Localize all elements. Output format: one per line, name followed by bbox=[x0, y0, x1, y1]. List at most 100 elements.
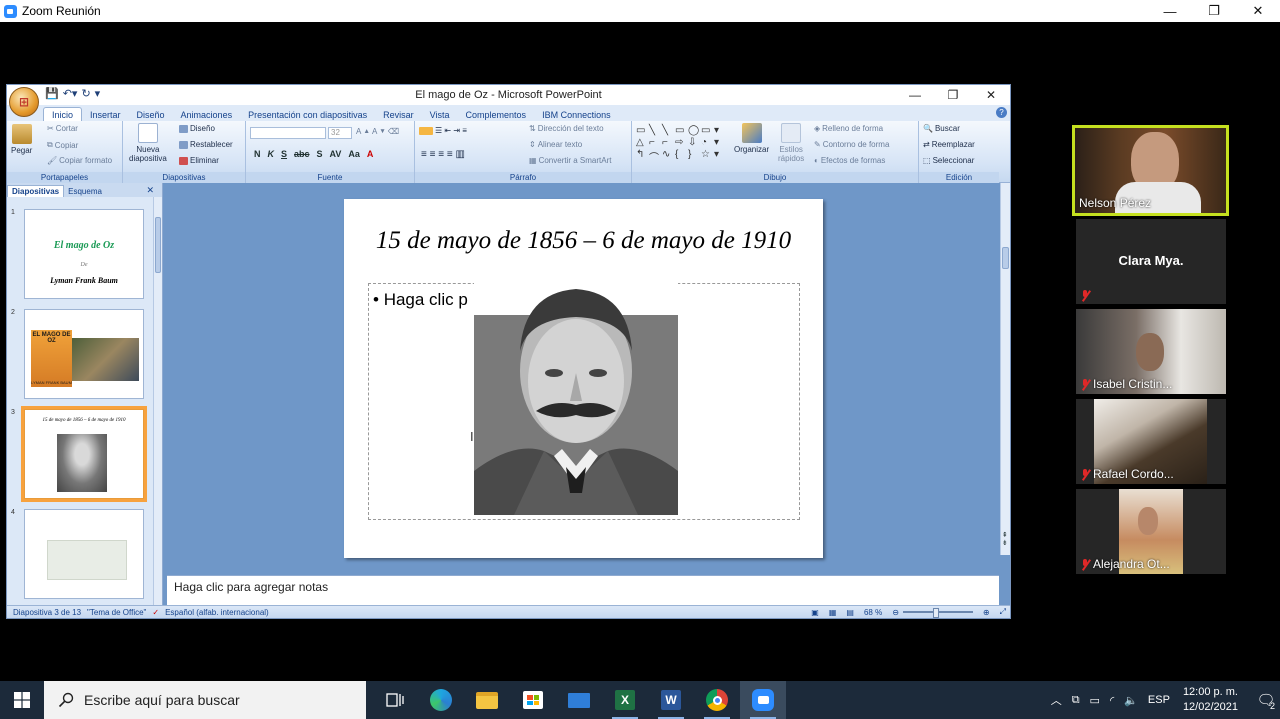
tab-vista[interactable]: Vista bbox=[422, 108, 458, 121]
tab-revisar[interactable]: Revisar bbox=[375, 108, 422, 121]
alinear-texto-button[interactable]: ⇕ Alinear texto bbox=[529, 140, 582, 149]
shadow-button[interactable]: S bbox=[317, 149, 323, 159]
save-icon[interactable]: 💾 bbox=[45, 87, 59, 100]
font-size-combo[interactable]: 32 bbox=[328, 127, 352, 139]
spellcheck-icon[interactable]: ✓ bbox=[152, 608, 159, 617]
cortar-button[interactable]: ✂ Cortar bbox=[47, 124, 78, 133]
slide-thumb-4[interactable] bbox=[24, 509, 144, 599]
wifi-icon[interactable]: ◜ bbox=[1110, 694, 1114, 707]
minimize-button[interactable]: — bbox=[1148, 0, 1192, 22]
slides-scrollbar[interactable] bbox=[153, 197, 162, 607]
notes-pane[interactable]: Haga clic para agregar notas bbox=[167, 575, 999, 605]
help-icon[interactable]: ? bbox=[996, 107, 1007, 118]
meet-now-icon[interactable]: ⧉ bbox=[1072, 694, 1080, 707]
italic-button[interactable]: K bbox=[268, 149, 275, 159]
fit-window-icon[interactable]: ⤢ bbox=[1000, 607, 1006, 617]
battery-icon[interactable]: ▭ bbox=[1090, 694, 1100, 707]
organizar-button[interactable]: Organizar bbox=[734, 123, 769, 154]
font-color-button[interactable]: A bbox=[367, 149, 374, 159]
seleccionar-button[interactable]: ⬚ Seleccionar bbox=[923, 156, 974, 165]
file-explorer-button[interactable] bbox=[464, 681, 510, 719]
tab-diapositivas[interactable]: Diapositivas bbox=[7, 185, 65, 197]
efectos-formas-button[interactable]: ◐ Efectos de formas bbox=[814, 156, 885, 165]
current-slide[interactable]: 15 de mayo de 1856 – 6 de mayo de 1910 •… bbox=[344, 199, 823, 558]
chevron-up-icon[interactable]: ︿ bbox=[1051, 692, 1062, 708]
tab-insertar[interactable]: Insertar bbox=[82, 108, 129, 121]
undo-icon[interactable]: ↶▾ bbox=[63, 87, 78, 100]
shapes-gallery[interactable]: ▭ ╲ ╲ ▭ ◯ ▭ ▾ △ ⌐ ⌐ ⇨ ⇩ ◔ ▾ ↰ ⌒ ∿{} ☆ ▾ bbox=[636, 125, 726, 164]
scroll-thumb[interactable] bbox=[155, 217, 161, 273]
contorno-forma-button[interactable]: ✎ Contorno de forma bbox=[814, 140, 889, 149]
zoom-in-icon[interactable]: ⊕ bbox=[983, 608, 990, 617]
participant-tile[interactable]: Clara Mya. bbox=[1076, 219, 1226, 304]
alignment-buttons[interactable]: ≡ ≡ ≡ ≡ ▥ bbox=[421, 149, 465, 160]
participant-tile[interactable]: Alejandra Ot... bbox=[1076, 489, 1226, 574]
clock[interactable]: 12:00 p. m. 12/02/2021 bbox=[1183, 685, 1238, 715]
zoom-out-icon[interactable]: ⊖ bbox=[892, 608, 899, 617]
tab-inicio[interactable]: Inicio bbox=[43, 107, 83, 121]
ppt-minimize-button[interactable]: — bbox=[896, 85, 934, 105]
pane-close-icon[interactable]: ✕ bbox=[142, 184, 158, 197]
buscar-button[interactable]: 🔍 Buscar bbox=[923, 124, 960, 133]
strike-button[interactable]: abc bbox=[294, 149, 310, 159]
pegar-button[interactable]: Pegar bbox=[11, 124, 32, 155]
list-buttons[interactable]: ☰ ⇤ ⇥ ≡ bbox=[419, 126, 467, 135]
customize-qat-icon[interactable]: ▾ bbox=[95, 87, 101, 100]
estilos-rapidos-button[interactable]: Estilos rápidos bbox=[778, 123, 804, 163]
notifications-button[interactable]: 🗨 2 bbox=[1252, 681, 1280, 719]
excel-button[interactable]: X bbox=[602, 681, 648, 719]
task-view-button[interactable] bbox=[372, 681, 418, 719]
font-grow-shrink-buttons[interactable]: A ▲ A ▼ ⌫ bbox=[356, 127, 399, 136]
spacing-button[interactable]: AV bbox=[330, 149, 342, 159]
slide-thumb-2[interactable]: EL MAGO DE OZ LYMAN FRANK BAUM bbox=[24, 309, 144, 399]
edge-button[interactable] bbox=[418, 681, 464, 719]
copiar-formato-button[interactable]: 🖌 Copiar formato bbox=[47, 156, 112, 165]
direccion-texto-button[interactable]: ⇅ Dirección del texto bbox=[529, 124, 604, 133]
slide-thumb-3[interactable]: 15 de mayo de 1856 – 6 de mayo de 1910 bbox=[21, 406, 147, 502]
office-button[interactable]: ⊞ bbox=[9, 87, 39, 117]
participant-tile[interactable]: Rafael Cordo... bbox=[1076, 399, 1226, 484]
copiar-button[interactable]: ⧉ Copiar bbox=[47, 140, 78, 150]
scroll-thumb[interactable] bbox=[1002, 247, 1009, 269]
view-normal-icon[interactable]: ▣ bbox=[811, 608, 819, 617]
tab-ibm-connections[interactable]: IBM Connections bbox=[534, 108, 619, 121]
nueva-diapositiva-button[interactable]: Nueva diapositiva bbox=[129, 123, 167, 163]
slide-thumb-1[interactable]: El mago de Oz De Lyman Frank Baum bbox=[24, 209, 144, 299]
diseno-button[interactable]: Diseño bbox=[179, 124, 215, 133]
portrait-photo[interactable] bbox=[474, 281, 678, 515]
slide-scrollbar[interactable]: ⇞ ⇟ bbox=[1000, 183, 1010, 555]
input-language[interactable]: ESP bbox=[1148, 694, 1170, 706]
font-name-combo[interactable] bbox=[250, 127, 326, 139]
taskbar-search[interactable]: Escribe aquí para buscar bbox=[44, 681, 366, 719]
tab-esquema[interactable]: Esquema bbox=[64, 186, 106, 197]
store-button[interactable] bbox=[510, 681, 556, 719]
prev-next-slide-icon[interactable]: ⇞ ⇟ bbox=[1002, 531, 1008, 547]
tab-animaciones[interactable]: Animaciones bbox=[173, 108, 241, 121]
tab-complementos[interactable]: Complementos bbox=[458, 108, 535, 121]
slide-title[interactable]: 15 de mayo de 1856 – 6 de mayo de 1910 bbox=[344, 227, 823, 255]
tab-diseno[interactable]: Diseño bbox=[129, 108, 173, 121]
zoom-level[interactable]: 68 % bbox=[864, 608, 882, 617]
volume-icon[interactable]: 🔈 bbox=[1124, 694, 1138, 707]
relleno-forma-button[interactable]: ◈ Relleno de forma bbox=[814, 124, 883, 133]
mail-button[interactable] bbox=[556, 681, 602, 719]
underline-button[interactable]: S bbox=[281, 149, 287, 159]
ppt-restore-button[interactable]: ❐ bbox=[934, 85, 972, 105]
bold-button[interactable]: N bbox=[254, 149, 261, 159]
eliminar-button[interactable]: Eliminar bbox=[179, 156, 219, 165]
redo-icon[interactable]: ↻ bbox=[81, 87, 90, 100]
word-button[interactable]: W bbox=[648, 681, 694, 719]
start-button[interactable] bbox=[0, 681, 44, 719]
participant-tile[interactable]: Nelson Pérez bbox=[1072, 125, 1229, 216]
case-button[interactable]: Aa bbox=[348, 149, 360, 159]
view-sorter-icon[interactable]: ▦ bbox=[829, 608, 837, 617]
convertir-smartart-button[interactable]: ▦ Convertir a SmartArt bbox=[529, 156, 611, 165]
zoom-taskbar-button[interactable] bbox=[740, 681, 786, 719]
ppt-close-button[interactable]: ✕ bbox=[972, 85, 1010, 105]
reemplazar-button[interactable]: ⇄ Reemplazar bbox=[923, 140, 975, 149]
participant-tile[interactable]: Isabel Cristin... bbox=[1076, 309, 1226, 394]
language[interactable]: Español (alfab. internacional) bbox=[165, 608, 269, 617]
chrome-button[interactable] bbox=[694, 681, 740, 719]
zoom-slider[interactable] bbox=[902, 608, 973, 618]
placeholder-bullet-text[interactable]: • Haga clic p bbox=[373, 290, 468, 310]
